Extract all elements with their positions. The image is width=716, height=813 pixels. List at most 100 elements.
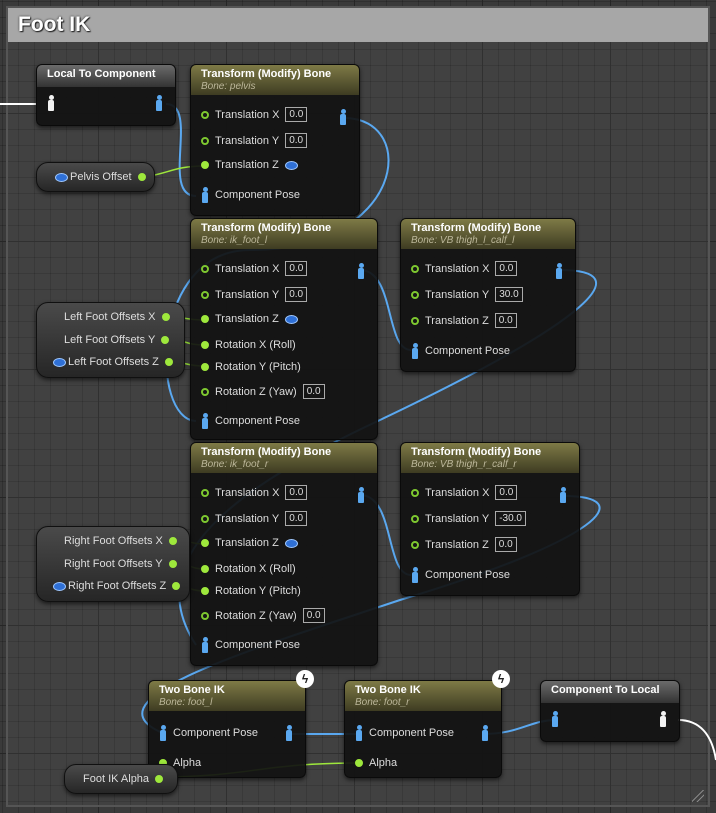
node-title: Component To Local — [551, 684, 660, 696]
pose-output-icon[interactable] — [555, 263, 563, 279]
translation-x-field[interactable]: 0.0 — [285, 107, 308, 122]
translation-z-field[interactable]: 0.0 — [494, 313, 517, 328]
exec-wire-out — [677, 719, 716, 761]
translation-y-field[interactable]: 0.0 — [285, 133, 308, 148]
left-foot-offset-z-pin[interactable] — [164, 358, 173, 366]
transform-bone-thigh-l-node[interactable]: Transform (Modify) Bone Bone: VB thigh_l_… — [400, 218, 576, 372]
right-foot-offset-z-pin[interactable] — [172, 582, 181, 590]
pin-label: Translation Y — [215, 288, 280, 301]
variable-output-pin[interactable] — [137, 173, 146, 181]
translation-x-field[interactable]: 0.0 — [495, 261, 518, 276]
left-foot-offset-x-pin[interactable] — [161, 313, 170, 321]
pose-input-icon[interactable] — [551, 711, 559, 727]
translation-x-pin[interactable] — [201, 264, 209, 273]
pose-output-icon[interactable] — [155, 95, 163, 111]
pose-output-icon[interactable] — [659, 711, 667, 727]
pin-label: Translation Y — [215, 512, 280, 525]
variable-label: Left Foot Offsets X — [64, 311, 156, 323]
transform-bone-ik-foot-l-node[interactable]: Transform (Modify) Bone Bone: ik_foot_l T… — [190, 218, 378, 440]
pin-label: Component Pose — [425, 345, 510, 357]
pose-output-icon[interactable] — [285, 725, 293, 741]
translation-x-pin[interactable] — [411, 488, 419, 497]
translation-x-field[interactable]: 0.0 — [285, 485, 308, 500]
pin-label: Alpha — [173, 757, 202, 769]
component-pose-input-icon[interactable] — [201, 187, 209, 203]
rotation-y-pin[interactable] — [201, 587, 209, 595]
left-foot-offset-y-pin[interactable] — [161, 336, 170, 344]
transform-bone-pelvis-node[interactable]: Transform (Modify) Bone Bone: pelvis Tran… — [190, 64, 360, 216]
translation-z-pin[interactable] — [201, 161, 209, 169]
translation-y-pin[interactable] — [411, 514, 419, 523]
transform-bone-ik-foot-r-node[interactable]: Transform (Modify) Bone Bone: ik_foot_r T… — [190, 442, 378, 666]
pin-label: Component Pose — [215, 639, 300, 651]
component-pose-input-icon[interactable] — [411, 343, 419, 359]
rotation-z-pin[interactable] — [201, 611, 209, 620]
rotation-z-field[interactable]: 0.0 — [302, 608, 325, 623]
component-pose-input-icon[interactable] — [411, 567, 419, 583]
pose-output-icon[interactable] — [357, 487, 365, 503]
foot-ik-alpha-variable[interactable]: Foot IK Alpha — [64, 764, 178, 794]
alpha-pin[interactable] — [355, 759, 363, 767]
node-subtitle: Bone: foot_r — [355, 697, 410, 708]
node-title: Transform (Modify) Bone — [411, 222, 542, 234]
pose-output-icon[interactable] — [559, 487, 567, 503]
resize-grip-icon[interactable] — [692, 790, 704, 802]
local-to-component-node[interactable]: Local To Component — [36, 64, 176, 126]
node-subtitle: Bone: foot_l — [159, 697, 213, 708]
pin-label: Component Pose — [215, 189, 300, 201]
translation-z-pin[interactable] — [411, 540, 419, 549]
right-foot-offset-x-pin[interactable] — [168, 537, 177, 545]
left-foot-offsets-variables[interactable]: Left Foot Offsets X Left Foot Offsets Y … — [36, 302, 185, 378]
rotation-x-pin[interactable] — [201, 341, 209, 349]
translation-z-field[interactable]: 0.0 — [494, 537, 517, 552]
component-pose-input-icon[interactable] — [355, 725, 363, 741]
translation-z-pin[interactable] — [201, 539, 209, 547]
node-title: Transform (Modify) Bone — [201, 446, 332, 458]
rotation-z-field[interactable]: 0.0 — [302, 384, 325, 399]
component-to-local-node[interactable]: Component To Local — [540, 680, 680, 742]
translation-z-pin[interactable] — [411, 316, 419, 325]
translation-y-pin[interactable] — [411, 290, 419, 299]
translation-x-field[interactable]: 0.0 — [495, 485, 518, 500]
vector-icon — [53, 581, 66, 591]
two-bone-ik-foot-r-node[interactable]: Two Bone IK Bone: foot_r Component Pose A… — [344, 680, 502, 778]
component-pose-input-icon[interactable] — [201, 637, 209, 653]
translation-y-field[interactable]: 30.0 — [495, 287, 523, 302]
pin-label: Translation X — [215, 108, 280, 121]
translation-x-pin[interactable] — [201, 488, 209, 497]
pose-output-icon[interactable] — [481, 725, 489, 741]
right-foot-offsets-variables[interactable]: Right Foot Offsets X Right Foot Offsets … — [36, 526, 190, 602]
right-foot-offset-y-pin[interactable] — [168, 560, 177, 568]
translation-y-field[interactable]: -30.0 — [495, 511, 526, 526]
variable-output-pin[interactable] — [155, 775, 164, 783]
translation-x-pin[interactable] — [411, 264, 419, 273]
pin-label: Translation Z — [215, 159, 279, 171]
pin-label: Translation X — [215, 262, 280, 275]
pose-input-icon[interactable] — [47, 95, 55, 111]
rotation-x-pin[interactable] — [201, 565, 209, 573]
pin-label: Rotation X (Roll) — [215, 339, 296, 351]
pose-output-icon[interactable] — [339, 109, 347, 125]
translation-z-pin[interactable] — [201, 315, 209, 323]
pin-label: Rotation Y (Pitch) — [215, 361, 301, 373]
translation-y-field[interactable]: 0.0 — [285, 511, 308, 526]
pose-output-icon[interactable] — [357, 263, 365, 279]
rotation-y-pin[interactable] — [201, 363, 209, 371]
translation-y-pin[interactable] — [201, 514, 209, 523]
translation-y-field[interactable]: 0.0 — [285, 287, 308, 302]
pelvis-offset-variable[interactable]: Pelvis Offset — [36, 162, 155, 192]
rotation-z-pin[interactable] — [201, 387, 209, 396]
component-pose-input-icon[interactable] — [201, 413, 209, 429]
pin-label: Translation Y — [215, 134, 280, 147]
pin-label: Translation Z — [215, 537, 279, 549]
pin-label: Translation Y — [425, 512, 490, 525]
translation-x-pin[interactable] — [201, 110, 209, 119]
transform-bone-thigh-r-node[interactable]: Transform (Modify) Bone Bone: VB thigh_r_… — [400, 442, 580, 596]
translation-y-pin[interactable] — [201, 290, 209, 299]
component-pose-input-icon[interactable] — [159, 725, 167, 741]
two-bone-ik-foot-l-node[interactable]: Two Bone IK Bone: foot_l Component Pose A… — [148, 680, 306, 778]
vector-icon — [53, 357, 66, 367]
translation-x-field[interactable]: 0.0 — [285, 261, 308, 276]
node-subtitle: Bone: ik_foot_l — [201, 235, 268, 246]
translation-y-pin[interactable] — [201, 136, 209, 145]
